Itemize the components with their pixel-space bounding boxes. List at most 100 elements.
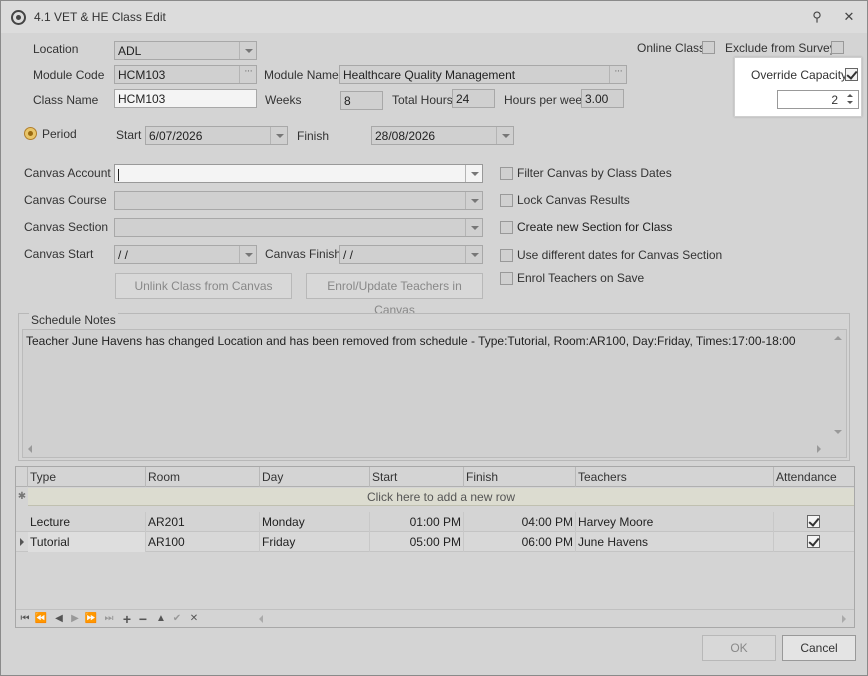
column-header-day[interactable]: Day — [260, 467, 370, 487]
ok-button[interactable]: OK — [702, 635, 776, 661]
hours-per-week-value: 3.00 — [585, 92, 609, 106]
total-hours-field: 24 — [452, 89, 495, 108]
previous-page-icon[interactable]: ⏪ — [34, 612, 48, 626]
ellipsis-icon[interactable]: ··· — [239, 66, 256, 83]
grid-navigator: ⏮ ⏪ ◀ ▶ ⏩ ⏭ + − ▲ ✔ ✕ — [16, 609, 854, 627]
finish-label: Finish — [297, 129, 330, 143]
delete-record-icon[interactable]: − — [136, 612, 150, 626]
chevron-down-icon[interactable] — [239, 246, 256, 263]
cell-day[interactable]: Friday — [260, 532, 370, 552]
scroll-up-icon[interactable] — [834, 336, 842, 340]
save-record-icon[interactable]: ✔ — [170, 612, 184, 626]
lock-canvas-checkbox[interactable] — [500, 194, 513, 207]
class-name-field[interactable]: HCM103 — [114, 89, 257, 108]
column-header-type[interactable]: Type — [28, 467, 146, 487]
cancel-button[interactable]: Cancel — [782, 635, 856, 661]
chevron-down-icon[interactable] — [239, 42, 256, 59]
edit-record-icon[interactable]: ▲ — [154, 612, 168, 626]
canvas-section-combo[interactable] — [114, 218, 483, 237]
scroll-right-icon[interactable] — [817, 445, 821, 453]
module-code-label: Module Code — [33, 68, 105, 82]
period-radio[interactable] — [24, 127, 37, 140]
table-row[interactable]: Lecture AR201 Monday 01:00 PM 04:00 PM H… — [16, 512, 854, 532]
cell-finish[interactable]: 04:00 PM — [464, 512, 576, 532]
notes-horizontal-scrollbar[interactable] — [23, 441, 831, 457]
module-name-field[interactable]: Healthcare Quality Management ··· — [339, 65, 627, 84]
period-label: Period — [42, 127, 77, 141]
weeks-field: 8 — [340, 91, 383, 110]
chevron-down-icon[interactable] — [496, 127, 513, 144]
column-header-attendance[interactable]: Attendance — [774, 467, 854, 487]
canvas-section-label: Canvas Section — [24, 220, 109, 234]
exclude-survey-checkbox[interactable] — [831, 41, 844, 54]
enrol-update-teachers-button[interactable]: Enrol/Update Teachers in Canvas — [306, 273, 483, 317]
chevron-down-icon[interactable] — [465, 219, 482, 236]
column-header-room[interactable]: Room — [146, 467, 260, 487]
canvas-start-picker[interactable]: / / — [114, 245, 257, 264]
last-page-icon[interactable]: ⏭ — [102, 612, 116, 626]
online-class-checkbox[interactable] — [702, 41, 715, 54]
cell-day[interactable]: Monday — [260, 512, 370, 532]
filter-canvas-checkbox[interactable] — [500, 167, 513, 180]
weeks-label: Weeks — [265, 93, 302, 107]
canvas-account-combo[interactable] — [114, 164, 483, 183]
cell-type[interactable]: Lecture — [28, 512, 146, 532]
column-header-teachers[interactable]: Teachers — [576, 467, 774, 487]
finish-date-picker[interactable]: 28/08/2026 — [371, 126, 514, 145]
schedule-notes-textarea[interactable]: Teacher June Havens has changed Location… — [22, 329, 847, 458]
next-record-icon[interactable]: ▶ — [68, 612, 82, 626]
start-date-picker[interactable]: 6/07/2026 — [145, 126, 288, 145]
column-header-finish[interactable]: Finish — [464, 467, 576, 487]
canvas-finish-picker[interactable]: / / — [339, 245, 483, 264]
column-header-start[interactable]: Start — [370, 467, 464, 487]
notes-vertical-scrollbar[interactable] — [830, 330, 846, 442]
first-page-icon[interactable]: ⏮ — [18, 612, 32, 626]
hours-per-week-label: Hours per week — [504, 93, 589, 107]
previous-record-icon[interactable]: ◀ — [52, 612, 66, 626]
cell-attendance[interactable] — [774, 532, 854, 552]
pin-icon[interactable]: ⚲ — [809, 9, 825, 25]
cell-room[interactable]: AR201 — [146, 512, 260, 532]
scroll-right-icon[interactable] — [842, 615, 846, 623]
canvas-start-value: / / — [118, 248, 129, 262]
close-icon[interactable]: ✕ — [841, 9, 857, 25]
location-combo[interactable]: ADL — [114, 41, 257, 60]
scroll-down-icon[interactable] — [834, 430, 842, 434]
cell-teachers[interactable]: June Havens — [576, 532, 774, 552]
create-section-checkbox[interactable] — [500, 221, 513, 234]
spin-down-icon[interactable] — [842, 99, 858, 107]
finish-date-value: 28/08/2026 — [375, 129, 436, 143]
module-name-value: Healthcare Quality Management — [343, 68, 516, 82]
cell-attendance[interactable] — [774, 512, 854, 532]
capacity-spinner[interactable]: 2 — [777, 90, 859, 109]
ellipsis-icon[interactable]: ··· — [609, 66, 626, 83]
unlink-canvas-button[interactable]: Unlink Class from Canvas — [115, 273, 292, 299]
schedule-notes-group: Schedule Notes Teacher June Havens has c… — [18, 313, 850, 461]
different-dates-checkbox[interactable] — [500, 249, 513, 262]
chevron-down-icon[interactable] — [465, 246, 482, 263]
chevron-down-icon[interactable] — [270, 127, 287, 144]
cell-start[interactable]: 01:00 PM — [370, 512, 464, 532]
attendance-checkbox[interactable] — [807, 535, 820, 548]
cell-finish[interactable]: 06:00 PM — [464, 532, 576, 552]
enrol-teachers-checkbox[interactable] — [500, 272, 513, 285]
scroll-left-icon[interactable] — [259, 615, 263, 623]
override-capacity-checkbox[interactable] — [845, 68, 858, 81]
scroll-left-icon[interactable] — [28, 445, 32, 453]
cell-type[interactable]: Tutorial — [28, 532, 146, 552]
cell-start[interactable]: 05:00 PM — [370, 532, 464, 552]
cell-room[interactable]: AR100 — [146, 532, 260, 552]
add-record-icon[interactable]: + — [120, 612, 134, 626]
filter-canvas-label: Filter Canvas by Class Dates — [517, 166, 672, 180]
table-row[interactable]: Tutorial AR100 Friday 05:00 PM 06:00 PM … — [16, 532, 854, 552]
lock-canvas-label: Lock Canvas Results — [517, 193, 630, 207]
cancel-edit-icon[interactable]: ✕ — [187, 612, 201, 626]
cell-teachers[interactable]: Harvey Moore — [576, 512, 774, 532]
add-new-row[interactable]: Click here to add a new row — [28, 488, 854, 506]
chevron-down-icon[interactable] — [465, 192, 482, 209]
canvas-course-combo[interactable] — [114, 191, 483, 210]
module-code-field[interactable]: HCM103 ··· — [114, 65, 257, 84]
attendance-checkbox[interactable] — [807, 515, 820, 528]
next-page-icon[interactable]: ⏩ — [84, 612, 98, 626]
chevron-down-icon[interactable] — [465, 165, 482, 182]
